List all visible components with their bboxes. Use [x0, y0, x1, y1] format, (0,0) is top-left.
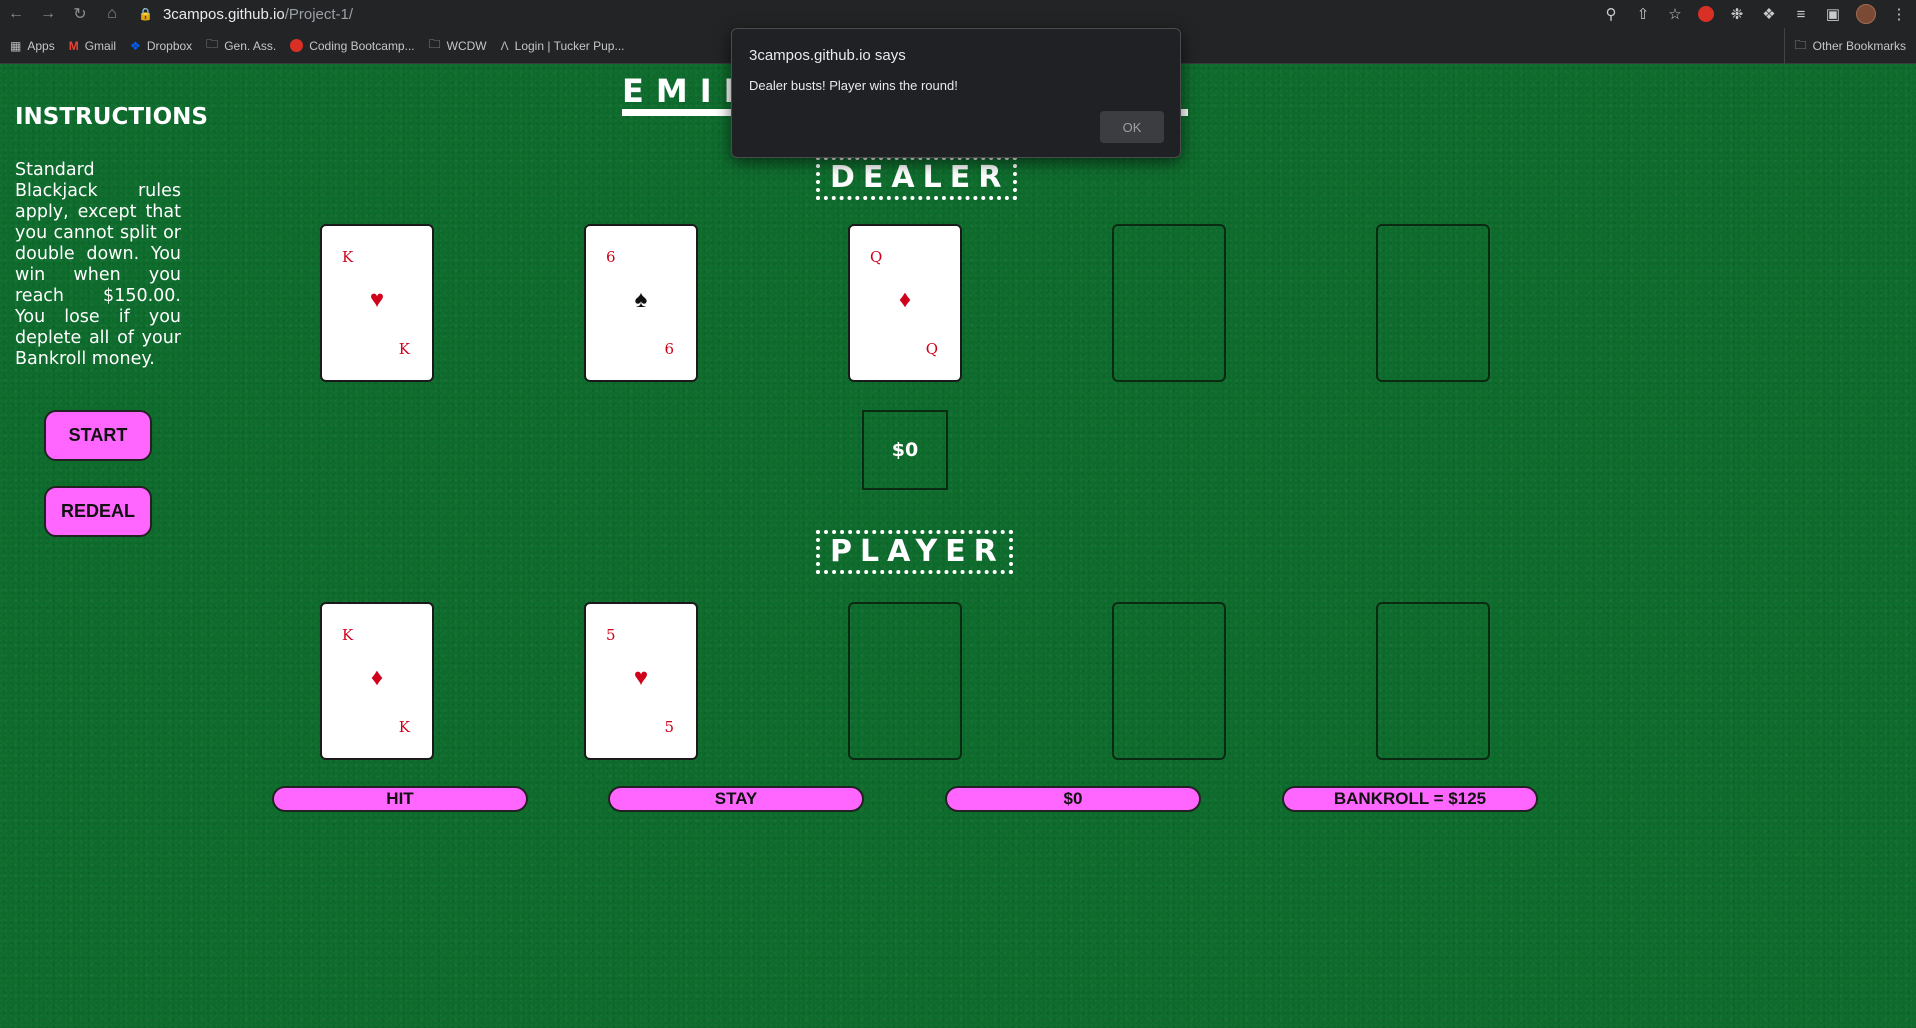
bet-display[interactable]: $0 — [945, 786, 1201, 812]
stay-button[interactable]: STAY — [608, 786, 864, 812]
bookmark-gen-ass[interactable]: 🗀 Gen. Ass. — [206, 35, 276, 56]
bookmark-tucker-pup[interactable]: Λ Login | Tucker Pup... — [501, 39, 625, 53]
dealer-card: 6 ♠ 6 — [584, 224, 698, 382]
diamond-suit-icon: ♦ — [898, 286, 912, 313]
forward-icon[interactable]: → — [32, 0, 64, 28]
folder-icon: 🗀 — [428, 37, 441, 51]
share-icon[interactable]: ⇧ — [1634, 5, 1652, 23]
heart-suit-icon: ♥ — [369, 286, 385, 313]
toolbar-actions: ⚲ ⇧ ☆ ❉ ❖ ≡ ▣ ⋮ — [1602, 0, 1908, 28]
player-card: 5 ♥ 5 — [584, 602, 698, 760]
extensions-puzzle-icon[interactable]: ❖ — [1760, 5, 1778, 23]
instructions-text: Standard Blackjack rules apply, except t… — [15, 160, 181, 369]
player-card: K ♦ K — [320, 602, 434, 760]
menu-kebab-icon[interactable]: ⋮ — [1890, 5, 1908, 23]
spade-suit-icon: ♠ — [634, 286, 648, 313]
start-button[interactable]: START — [44, 410, 152, 461]
side-panel-icon[interactable]: ▣ — [1824, 5, 1842, 23]
bookmark-apps[interactable]: ▦ Apps — [10, 39, 55, 53]
dealer-card-slot — [1112, 224, 1226, 382]
hit-button[interactable]: HIT — [272, 786, 528, 812]
ok-button[interactable]: OK — [1100, 111, 1164, 143]
extension-gear-icon[interactable]: ❉ — [1728, 5, 1746, 23]
dialog-message: Dealer busts! Player wins the round! — [749, 78, 958, 93]
folder-icon: 🗀 — [206, 37, 219, 51]
bookmark-gmail[interactable]: M Gmail — [69, 39, 116, 53]
player-label: PLAYER — [816, 530, 1013, 574]
instructions-title: INSTRUCTIONS — [15, 104, 208, 130]
lock-icon[interactable]: 🔒 — [138, 7, 153, 21]
game-page: INSTRUCTIONS Standard Blackjack rules ap… — [0, 64, 1916, 1028]
dealer-label: DEALER — [816, 156, 1018, 200]
dropbox-icon: ❖ — [130, 38, 141, 53]
reading-list-icon[interactable]: ≡ — [1792, 6, 1810, 23]
player-card-slot — [1376, 602, 1490, 760]
profile-avatar[interactable] — [1856, 4, 1876, 24]
address-bar[interactable]: 3campos.github.io/Project-1/ — [163, 6, 353, 23]
bookmark-coding-bootcamp[interactable]: Coding Bootcamp... — [290, 39, 415, 53]
gmail-icon: M — [68, 38, 79, 53]
alert-dialog: 3campos.github.io says Dealer busts! Pla… — [731, 28, 1181, 158]
site-icon: Λ — [500, 38, 509, 53]
diamond-suit-icon: ♦ — [370, 664, 384, 691]
apps-grid-icon: ▦ — [10, 38, 22, 53]
pot-display: $0 — [862, 410, 948, 490]
dealer-card: Q ♦ Q — [848, 224, 962, 382]
heart-suit-icon: ♥ — [633, 664, 649, 691]
home-icon[interactable]: ⌂ — [96, 0, 128, 28]
bootcamp-icon — [290, 39, 304, 52]
bankroll-display: BANKROLL = $125 — [1282, 786, 1538, 812]
player-card-slot — [848, 602, 962, 760]
reload-icon[interactable]: ↻ — [64, 0, 96, 28]
bookmark-wcdw[interactable]: 🗀 WCDW — [429, 35, 487, 56]
dealer-card-slot — [1376, 224, 1490, 382]
dialog-title: 3campos.github.io says — [749, 47, 906, 64]
star-icon[interactable]: ☆ — [1666, 5, 1684, 23]
player-card-slot — [1112, 602, 1226, 760]
bookmark-dropbox[interactable]: ❖ Dropbox — [130, 39, 192, 53]
zoom-icon[interactable]: ⚲ — [1602, 5, 1620, 23]
browser-toolbar: ← → ↻ ⌂ 🔒 3campos.github.io/Project-1/ ⚲… — [0, 0, 1916, 28]
folder-icon: 🗀 — [1794, 37, 1807, 52]
extension-red-icon[interactable] — [1698, 6, 1714, 22]
back-icon[interactable]: ← — [0, 0, 32, 28]
dealer-card: K ♥ K — [320, 224, 434, 382]
redeal-button[interactable]: REDEAL — [44, 486, 152, 537]
other-bookmarks[interactable]: 🗀 Other Bookmarks — [1783, 28, 1906, 64]
